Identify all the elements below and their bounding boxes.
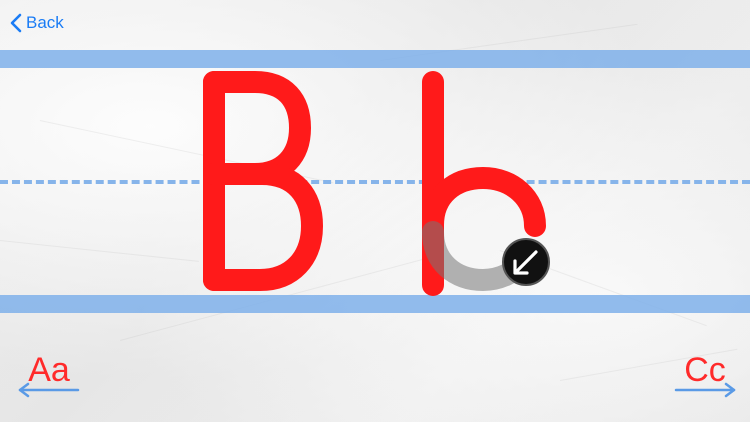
previous-letter-button[interactable]: Aa — [14, 350, 84, 402]
next-letter-button[interactable]: Cc — [670, 350, 740, 402]
arrow-down-left-icon — [502, 238, 550, 286]
arrow-right-icon — [674, 382, 736, 398]
uppercase-letter-b — [203, 71, 323, 291]
arrow-left-icon — [18, 382, 80, 398]
tracing-canvas[interactable] — [0, 0, 750, 422]
